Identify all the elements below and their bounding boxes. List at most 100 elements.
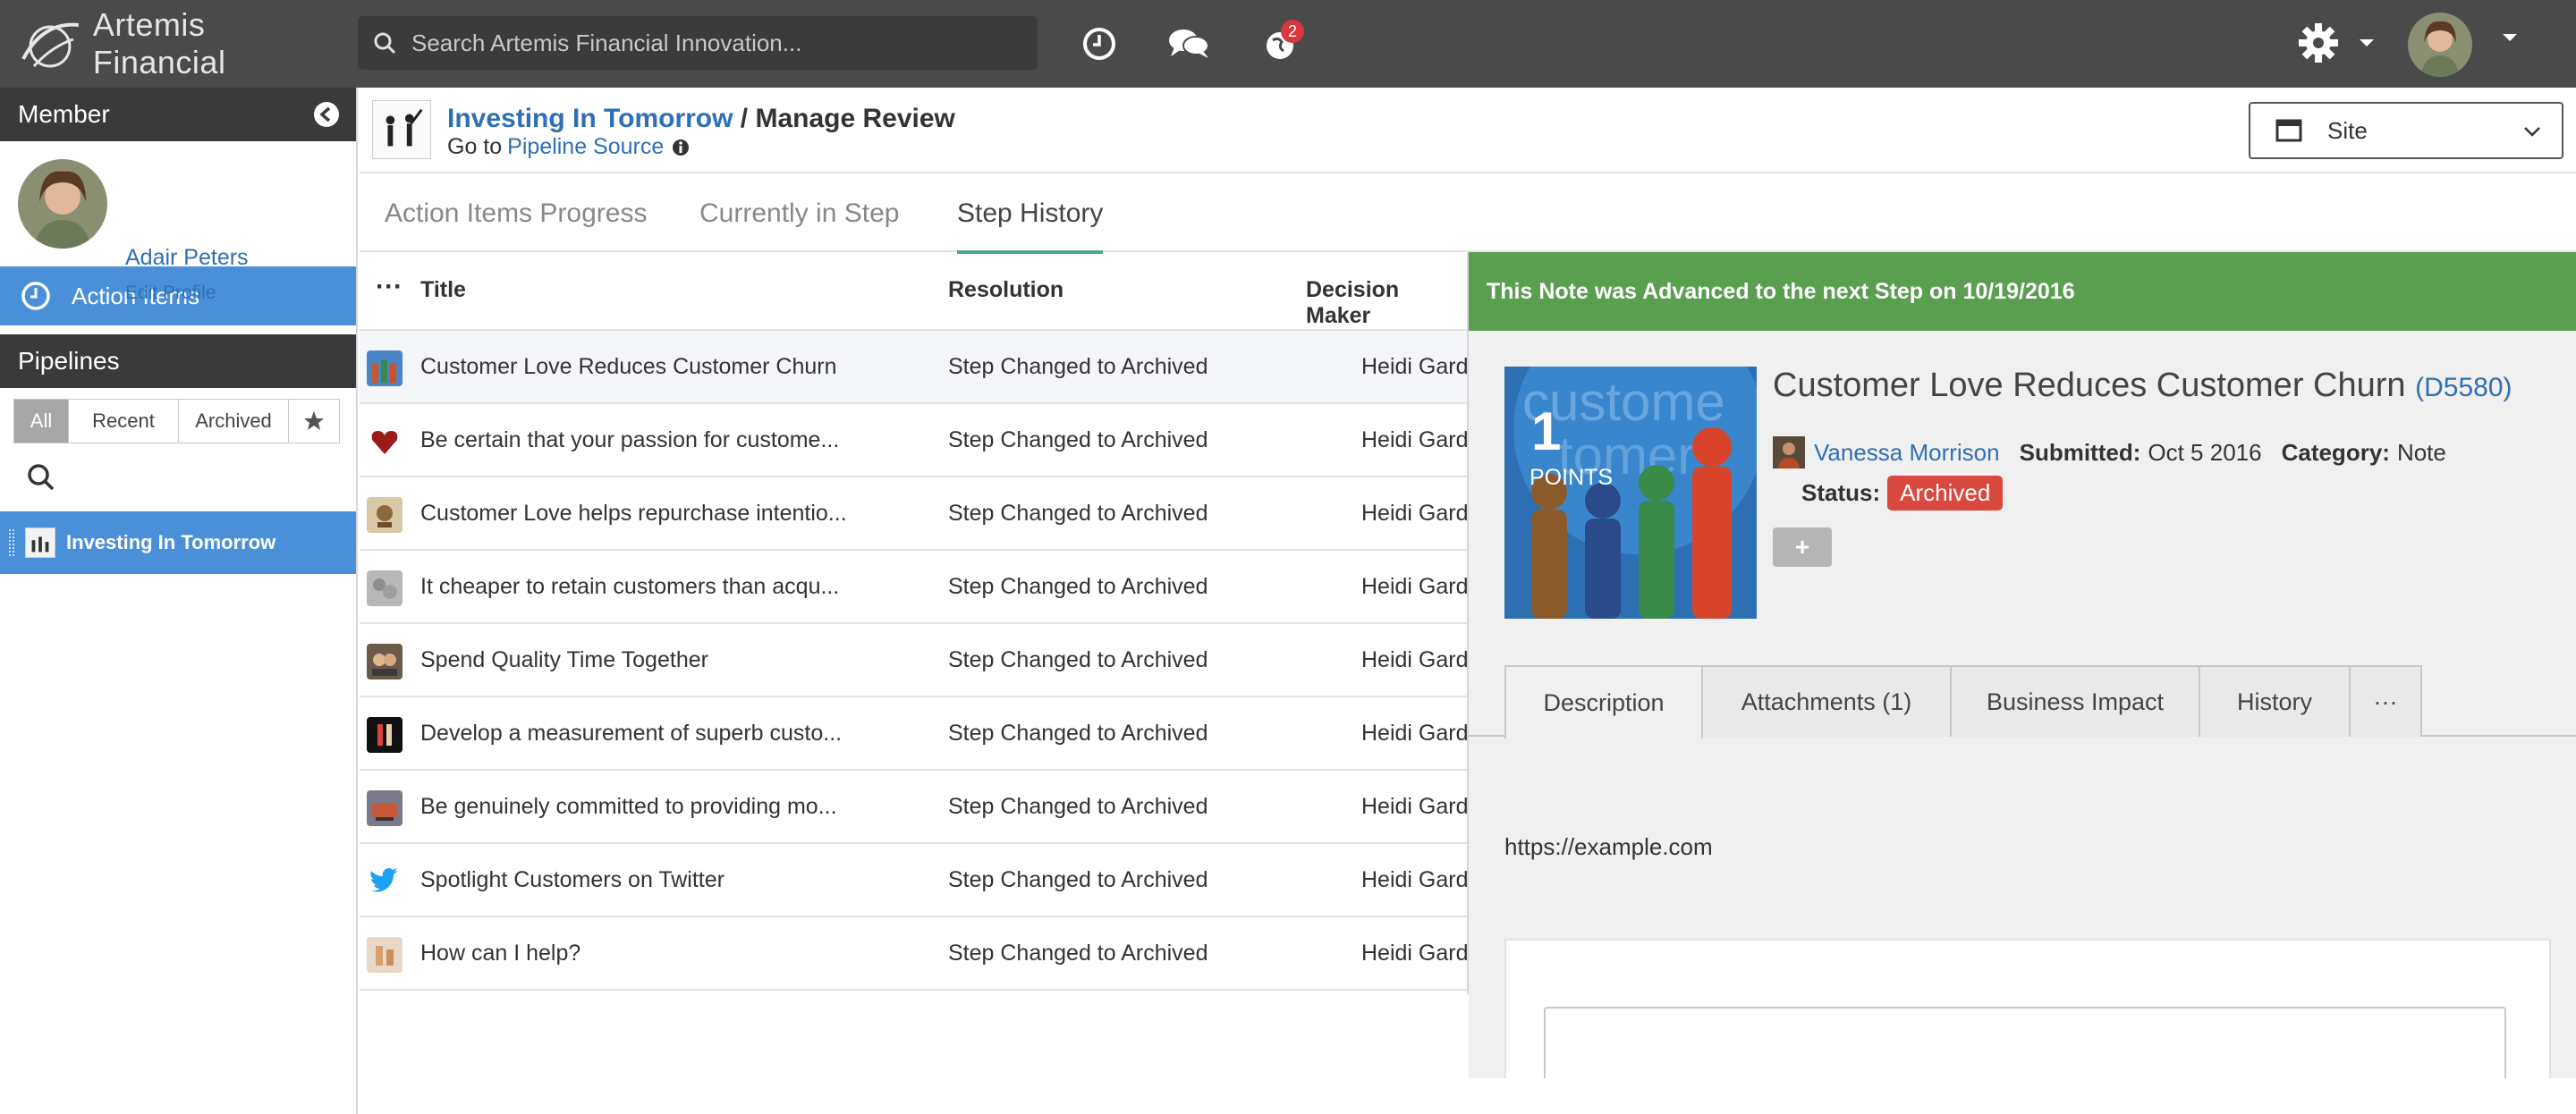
notification-badge: 2 xyxy=(1281,20,1304,43)
status-label: Status: xyxy=(1801,479,1881,506)
tab-step-history[interactable]: Step History xyxy=(957,175,1104,254)
submitted-value: Oct 5 2016 xyxy=(2148,438,2262,466)
messages-button[interactable] xyxy=(1165,20,1213,68)
row-title: Be genuinely committed to providing mo..… xyxy=(420,794,837,819)
row-title: Spotlight Customers on Twitter xyxy=(420,867,724,892)
row-decision-maker: Heidi Gard xyxy=(1361,427,1469,452)
category-label: Category: xyxy=(2281,438,2390,466)
author-link[interactable]: Vanessa Morrison xyxy=(1814,439,2000,467)
gear-icon xyxy=(2299,23,2338,63)
tab-action-items-progress[interactable]: Action Items Progress xyxy=(385,175,647,252)
notifications-button[interactable]: 2 xyxy=(1256,20,1304,68)
info-icon[interactable] xyxy=(671,138,691,157)
author-avatar-image xyxy=(1773,436,1805,468)
pipeline-thumbnail xyxy=(372,100,431,159)
row-title: Be certain that your passion for custome… xyxy=(420,427,840,452)
clock-icon xyxy=(1083,28,1115,60)
filter-archived[interactable]: Archived xyxy=(178,399,289,443)
settings-menu[interactable] xyxy=(2297,16,2377,70)
column-options-icon[interactable]: ··· xyxy=(376,272,402,302)
table-row[interactable]: Be genuinely committed to providing mo..… xyxy=(360,771,1469,844)
avatar-image xyxy=(2408,13,2472,77)
member-avatar-image xyxy=(18,159,107,249)
pipeline-source-link[interactable]: Pipeline Source xyxy=(507,134,664,160)
row-thumbnail xyxy=(367,717,402,753)
table-row[interactable]: Develop a measurement of superb custo...… xyxy=(360,697,1469,771)
add-button[interactable]: + xyxy=(1773,527,1832,567)
row-resolution: Step Changed to Archived xyxy=(948,647,1208,672)
page-header: Investing In Tomorrow / Manage Review Go… xyxy=(360,88,2576,173)
table-row[interactable]: Spend Quality Time Together Step Changed… xyxy=(360,624,1469,697)
row-decision-maker: Heidi Gard xyxy=(1361,647,1469,672)
app-logo[interactable]: Artemis Financial xyxy=(16,6,347,80)
sidebar-item-investing-in-tomorrow[interactable]: Investing In Tomorrow xyxy=(0,511,356,574)
note-image: custome tomer 1 POINTS xyxy=(1504,367,1757,619)
user-avatar[interactable] xyxy=(2408,13,2472,77)
table-row[interactable]: Customer Love helps repurchase intentio.… xyxy=(360,477,1469,551)
column-decision-maker[interactable]: Decision Maker xyxy=(1306,277,1467,329)
filter-all[interactable]: All xyxy=(13,399,69,443)
table-row[interactable]: It cheaper to retain customers than acqu… xyxy=(360,551,1469,624)
tab-attachments[interactable]: Attachments (1) xyxy=(1701,665,1952,737)
pipeline-search-button[interactable] xyxy=(0,443,356,511)
column-resolution[interactable]: Resolution xyxy=(948,277,1063,303)
row-resolution: Step Changed to Archived xyxy=(948,574,1208,599)
window-icon xyxy=(2275,119,2302,142)
pipelines-header: Pipelines xyxy=(0,334,356,388)
pipeline-title-link[interactable]: Investing In Tomorrow xyxy=(447,104,733,133)
row-decision-maker: Heidi Gard xyxy=(1361,501,1469,526)
tab-business-impact[interactable]: Business Impact xyxy=(1950,665,2200,737)
page-title: Investing In Tomorrow / Manage Review xyxy=(447,104,955,134)
twitter-bird-icon xyxy=(367,864,402,899)
user-menu-caret-icon[interactable] xyxy=(2501,32,2519,43)
comment-input[interactable] xyxy=(1544,1007,2506,1078)
table-row[interactable]: Customer Love Reduces Customer Churn Ste… xyxy=(360,331,1469,404)
row-decision-maker: Heidi Gard xyxy=(1361,867,1469,892)
goto-prefix: Go to xyxy=(447,134,503,159)
row-decision-maker: Heidi Gard xyxy=(1361,574,1469,599)
note-detail-panel: This Note was Advanced to the next Step … xyxy=(1469,252,2576,1078)
row-resolution: Step Changed to Archived xyxy=(948,721,1208,746)
tab-description[interactable]: Description xyxy=(1504,665,1703,738)
row-resolution: Step Changed to Archived xyxy=(948,354,1208,379)
detail-tabs: Description Attachments (1) Business Imp… xyxy=(1469,665,2576,738)
recent-activity-button[interactable] xyxy=(1075,20,1123,68)
member-name-link[interactable]: Adair Peters xyxy=(125,245,249,271)
row-title: It cheaper to retain customers than acqu… xyxy=(420,574,840,599)
drag-handle-icon[interactable] xyxy=(9,529,14,556)
tab-history[interactable]: History xyxy=(2199,665,2351,737)
logo-icon xyxy=(21,22,80,68)
member-avatar[interactable] xyxy=(18,159,107,249)
row-title: Customer Love helps repurchase intentio.… xyxy=(420,501,847,526)
tab-more[interactable]: ··· xyxy=(2349,665,2422,737)
table-row[interactable]: How can I help? Step Changed to Archived… xyxy=(360,917,1469,991)
chevron-down-icon xyxy=(2524,127,2540,137)
row-thumbnail xyxy=(367,790,402,826)
table-row[interactable]: Be certain that your passion for custome… xyxy=(360,404,1469,477)
row-title: How can I help? xyxy=(420,941,581,966)
tab-currently-in-step[interactable]: Currently in Step xyxy=(699,175,899,252)
site-select-value: Site xyxy=(2327,116,2368,144)
column-title[interactable]: Title xyxy=(420,277,466,303)
row-title: Spend Quality Time Together xyxy=(420,647,708,672)
row-decision-maker: Heidi Gard xyxy=(1361,941,1469,966)
row-title: Develop a measurement of superb custo... xyxy=(420,721,843,746)
note-code-link[interactable]: D5580 xyxy=(2424,373,2503,402)
status-badge: Archived xyxy=(1887,476,2004,511)
filter-recent[interactable]: Recent xyxy=(68,399,179,443)
global-search[interactable] xyxy=(358,16,1038,70)
row-resolution: Step Changed to Archived xyxy=(948,941,1208,966)
points-label: POINTS xyxy=(1530,465,1614,490)
search-input[interactable] xyxy=(411,29,1020,57)
chat-bubbles-icon xyxy=(1169,30,1209,58)
row-thumbnail xyxy=(367,570,402,606)
filter-favorites[interactable] xyxy=(288,399,340,443)
table-row[interactable]: Spotlight Customers on Twitter Step Chan… xyxy=(360,844,1469,917)
caret-down-icon xyxy=(2360,39,2374,46)
site-select[interactable]: Site xyxy=(2249,102,2563,159)
row-resolution: Step Changed to Archived xyxy=(948,427,1208,452)
row-thumbnail xyxy=(367,424,402,460)
table-header: ··· Title Resolution Decision Maker xyxy=(360,252,1467,331)
edit-profile-link[interactable]: Edit Profile xyxy=(125,283,216,304)
collapse-sidebar-icon[interactable] xyxy=(313,101,340,128)
